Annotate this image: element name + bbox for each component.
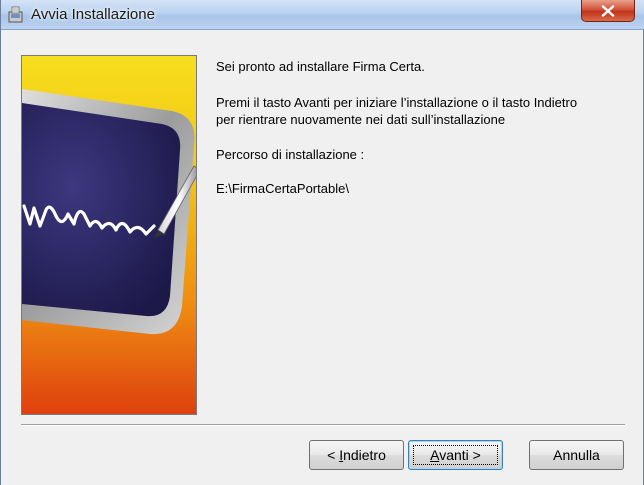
installer-window: Avvia Installazione Sei pronto ad instal… <box>0 0 644 485</box>
next-accel: A <box>430 447 440 463</box>
close-icon <box>601 4 615 17</box>
title-bar[interactable]: Avvia Installazione <box>1 0 644 30</box>
window-title: Avvia Installazione <box>31 6 155 23</box>
installer-icon <box>8 6 24 23</box>
wizard-side-image <box>21 55 197 415</box>
next-rest: vanti > <box>439 447 481 463</box>
close-button[interactable] <box>581 0 635 22</box>
install-path-label: Percorso di installazione : <box>216 147 365 162</box>
next-button[interactable]: Avanti > <box>408 440 503 470</box>
install-path-value: E:\FirmaCertaPortable\ <box>216 181 349 196</box>
next-button-label: Avanti > <box>430 447 481 463</box>
cancel-button[interactable]: Annulla <box>529 440 624 470</box>
back-rest: ndietro <box>343 447 386 463</box>
instruction-text: Premi il tasto Avanti per iniziare l’ins… <box>216 94 577 128</box>
instruction-line-1: Premi il tasto Avanti per iniziare l’ins… <box>216 95 578 110</box>
ready-message: Sei pronto ad installare Firma Certa. <box>216 59 425 74</box>
back-prefix: < <box>327 447 340 463</box>
back-button[interactable]: < Indietro <box>309 440 404 470</box>
back-button-label: < Indietro <box>327 447 386 463</box>
instruction-line-2: per rientrare nuovamente nei dati sull’i… <box>216 112 506 127</box>
button-separator <box>21 424 625 426</box>
